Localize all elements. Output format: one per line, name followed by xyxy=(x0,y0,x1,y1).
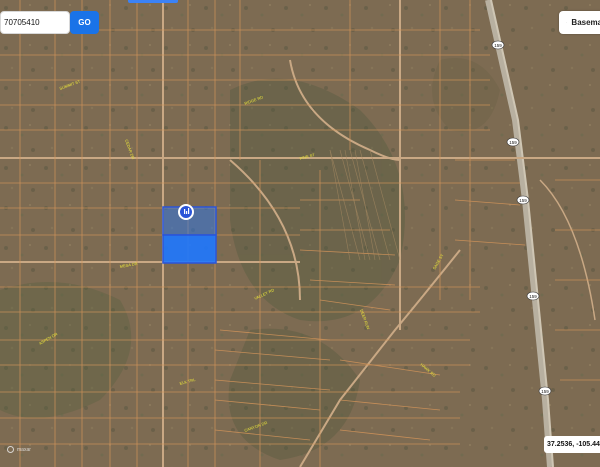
highway-shield: 159 xyxy=(526,291,540,301)
map-attribution: maxar xyxy=(7,446,31,453)
highway-shield: 159 xyxy=(516,195,530,205)
search-bar xyxy=(0,11,70,34)
basemap-label: Basemap xyxy=(571,18,600,27)
go-button[interactable]: GO xyxy=(70,11,99,34)
highway-shield-label: 159 xyxy=(509,140,517,145)
basemap-button[interactable]: Basemap xyxy=(559,11,600,34)
coordinate-readout: 37.2536, -105.4481 xyxy=(544,436,600,453)
satellite-map[interactable]: 159 159 159 159 159 SUMMIT ST CEDAR DR R… xyxy=(0,0,600,467)
maxar-logo-icon xyxy=(7,446,14,453)
highway-shield: 159 xyxy=(491,40,505,50)
parcel-pin-icon[interactable] xyxy=(178,204,194,220)
parcel-lower[interactable] xyxy=(162,234,217,264)
highway-shield-label: 159 xyxy=(519,198,527,203)
highway-shield-label: 159 xyxy=(529,294,537,299)
highway-shield: 159 xyxy=(538,386,552,396)
search-input[interactable] xyxy=(0,11,70,34)
attribution-text: maxar xyxy=(17,446,31,453)
highway-shield: 159 xyxy=(506,137,520,147)
highway-shield-label: 159 xyxy=(494,43,502,48)
active-tab-indicator xyxy=(128,0,178,3)
highway-shield-label: 159 xyxy=(541,389,549,394)
